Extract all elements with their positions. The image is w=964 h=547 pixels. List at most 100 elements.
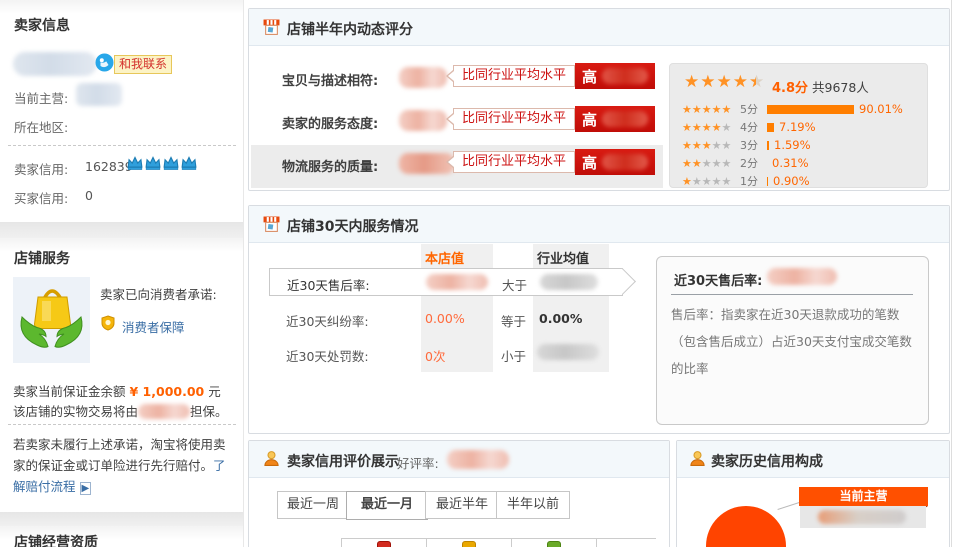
industry-value-blurred: [537, 344, 599, 360]
crown-icon: [127, 156, 143, 174]
consumer-guarantee-link[interactable]: 消费者保障: [122, 317, 185, 336]
star-icon: ★: [682, 157, 692, 170]
play-icon[interactable]: ▶: [80, 482, 92, 495]
rating-dist-row: ★★★★★3分1.59%: [682, 136, 903, 154]
main-business-label: 当前主营:: [14, 88, 68, 107]
business-name-blurred: [818, 510, 906, 524]
compensation-note: 若卖家未履行上述承诺，淘宝将使用卖家的保证金或订单险进行先行赔付。: [13, 437, 226, 473]
tooltip-title: 近30天售后率:: [674, 270, 762, 289]
shop-icon: [263, 19, 280, 39]
compensation-text: 若卖家未履行上述承诺，淘宝将使用卖家的保证金或订单险进行先行赔付。了解赔付流程 …: [13, 434, 235, 499]
bubble-text: 比同行业平均水平: [453, 108, 575, 130]
divider: [8, 424, 236, 425]
bubble-notch-icon: [446, 156, 453, 168]
rating-dist-row: ★★★★★4分7.19%: [682, 118, 903, 136]
eval-table-border: [341, 538, 342, 547]
deposit-prefix: 卖家当前保证金余额: [13, 384, 126, 399]
percent-value: 7.19%: [779, 120, 816, 134]
star-icon: ★: [702, 103, 712, 116]
compare-bubble: 比同行业平均水平 高: [446, 63, 655, 89]
star-icon: ★: [702, 139, 712, 152]
credit-pie-chart: [706, 506, 786, 547]
percent-value: 1.59%: [774, 138, 811, 152]
shop-value-header: 本店值: [425, 248, 464, 267]
deposit-line2-suffix: 担保。: [190, 404, 228, 419]
panel-title: 卖家信用评价展示: [287, 451, 399, 471]
seller-credit-label: 卖家信用:: [14, 159, 68, 178]
star-icon: ★: [692, 175, 702, 188]
seller-credit-page: 卖家信息 和我联系 当前主营: 所在地区: 卖家信用: 162839 买家信用:…: [0, 0, 964, 547]
bad-rating-icon: [547, 541, 561, 547]
guarantee-icon: [100, 315, 116, 334]
star-icon: ★: [692, 139, 702, 152]
bubble-notch-icon: [446, 70, 453, 82]
industry-value: 0.00%: [539, 311, 582, 326]
seller-credit-crowns: [127, 156, 197, 174]
rating-row-label: 卖家的服务态度:: [282, 113, 378, 132]
star-icon: ★: [712, 139, 722, 152]
shop-value: 0次: [425, 346, 445, 365]
section-gap: [0, 222, 243, 238]
panel-header: 卖家信用评价展示 好评率:: [249, 441, 669, 478]
star-row: ★★★★★: [682, 139, 740, 152]
high-flag: 高: [582, 152, 597, 173]
compare-word: 小于: [501, 346, 526, 365]
star-icon: ★: [712, 103, 722, 116]
score-label: 4分: [740, 119, 767, 135]
person-icon: [263, 450, 280, 470]
score-blurred: [399, 110, 447, 131]
bubble-flag: 高: [575, 106, 655, 132]
tooltip-value-blurred: [767, 268, 837, 285]
compare-bubble: 比同行业平均水平 高: [446, 106, 655, 132]
star-icon: ★: [702, 157, 712, 170]
deposit-line1: 卖家当前保证金余额 ¥ 1,000.00 元: [13, 381, 237, 400]
current-business-box: [800, 506, 926, 528]
percent-bar: [767, 123, 774, 132]
overall-score: 4.8分: [772, 77, 808, 96]
panel-header: 卖家历史信用构成: [677, 441, 949, 478]
star-icon: ★: [722, 103, 732, 116]
rating-count: 共9678人: [812, 77, 869, 96]
row-label: 近30天售后率:: [287, 275, 370, 294]
shop-service-section: 店铺服务 卖家已向消费者承诺: 消费者保障 卖家当前保证金余额 ¥ 1,000.…: [0, 238, 243, 512]
tab-half-year[interactable]: 最近半年: [425, 491, 499, 519]
tooltip-description: 售后率：指卖家在近30天退款成功的笔数（包含售后成立）占近30天支付宝成交笔数的…: [671, 301, 917, 382]
star-icon: ★: [722, 175, 732, 188]
rating-dist-row: ★★★★★5分90.01%: [682, 100, 903, 118]
deposit-line2: 该店铺的实物交易将由 担保。: [13, 401, 241, 420]
qualification-section: 店铺经营资质: [0, 526, 243, 547]
star-icon: ★: [702, 175, 712, 188]
industry-value-blurred: [540, 274, 598, 290]
panel-title: 店铺半年内动态评分: [287, 19, 413, 39]
qualification-title: 店铺经营资质: [14, 532, 98, 547]
contact-me-button[interactable]: 和我联系: [114, 55, 172, 74]
section-gap: [0, 512, 243, 526]
panel-header: 店铺30天内服务情况: [249, 206, 949, 243]
panel-header: 店铺半年内动态评分: [249, 9, 949, 46]
aftersale-rate-row[interactable]: 近30天售后率: 大于: [269, 268, 623, 296]
shop-value-blurred: [426, 274, 488, 290]
star-row: ★★★★★: [682, 157, 740, 170]
person-icon: [689, 450, 706, 470]
star-icon: ★: [722, 121, 732, 134]
star-icon: ★: [682, 121, 692, 134]
seller-info-title: 卖家信息: [14, 15, 70, 35]
deposit-guarantor-blurred: [138, 404, 190, 419]
buyer-credit-label: 买家信用:: [14, 188, 68, 207]
current-business-ribbon: 当前主营: [799, 487, 928, 506]
star-icon: ★: [684, 72, 700, 92]
high-flag: 高: [582, 66, 597, 87]
region-label: 所在地区:: [14, 117, 68, 136]
tab-last-month[interactable]: 最近一月: [346, 491, 428, 520]
percent-bar: [767, 177, 768, 186]
star-icon: ★: [682, 175, 692, 188]
seller-info-section: 卖家信息 和我联系 当前主营: 所在地区: 卖家信用: 162839 买家信用:…: [0, 0, 243, 222]
rating-row-label[interactable]: 物流服务的质量:: [282, 156, 378, 175]
deposit-line2-prefix: 该店铺的实物交易将由: [13, 404, 138, 419]
compare-word: 大于: [502, 275, 527, 294]
wangwang-icon[interactable]: [95, 53, 114, 75]
tab-before-half-year[interactable]: 半年以前: [496, 491, 570, 519]
tab-last-week[interactable]: 最近一周: [277, 491, 349, 519]
bubble-text: 比同行业平均水平: [453, 65, 575, 87]
star-icon: ★: [700, 72, 716, 92]
